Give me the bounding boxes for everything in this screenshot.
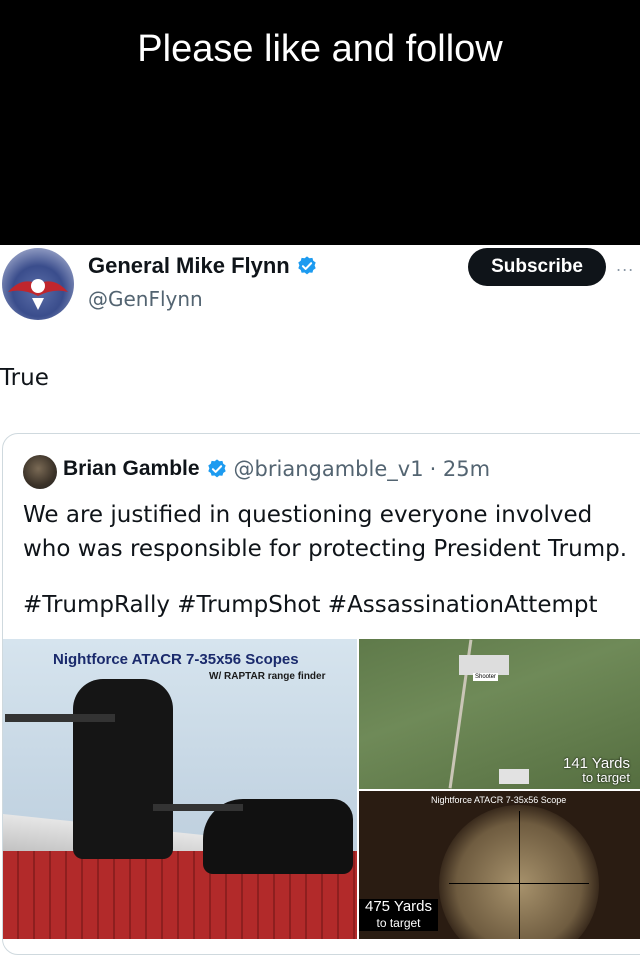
media-collage[interactable]: Nightforce ATACR 7-35x56 Scopes W/ RAPTA… (3, 639, 640, 939)
scope-distance-sub: to target (376, 916, 421, 930)
quoted-author-handle[interactable]: @briangamble_v1 (234, 457, 424, 481)
post-text: True (0, 365, 49, 391)
author-name[interactable]: General Mike Flynn (88, 253, 290, 279)
author-avatar[interactable] (2, 248, 74, 320)
rangefinder-caption: W/ RAPTAR range finder (209, 671, 326, 682)
quoted-header: Brian Gamble @briangamble_v1 · 25m (63, 457, 490, 481)
aerial-map-photo[interactable]: Shooter 141 Yards to target (359, 639, 640, 789)
scope-caption: Nightforce ATACR 7-35x56 Scopes (53, 651, 299, 668)
quoted-author-avatar[interactable] (23, 455, 57, 489)
sniper-team-photo[interactable]: Nightforce ATACR 7-35x56 Scopes W/ RAPTA… (3, 639, 357, 939)
more-options-icon[interactable]: ... (616, 256, 634, 275)
top-banner: Please like and follow (0, 0, 640, 245)
crosshair-shape (519, 811, 520, 939)
scope-distance-value: 475 Yards (365, 898, 432, 915)
rifle-shape (5, 714, 115, 722)
author-handle[interactable]: @GenFlynn (88, 287, 203, 311)
quoted-post[interactable]: Brian Gamble @briangamble_v1 · 25m We ar… (2, 433, 640, 955)
banner-text: Please like and follow (137, 28, 503, 70)
rifle-shape (153, 804, 243, 811)
quoted-hashtags[interactable]: #TrumpRally #TrumpShot #AssassinationAtt… (23, 592, 598, 618)
shooter-label: Shooter (473, 673, 499, 681)
aerial-distance: 141 Yards to target (563, 755, 630, 785)
quoted-body: We are justified in questioning everyone… (23, 502, 628, 562)
aerial-distance-sub: to target (582, 770, 630, 785)
quoted-author-name[interactable]: Brian Gamble (63, 457, 200, 481)
scope-distance: 475 Yards to target (359, 899, 438, 931)
building-shape (459, 655, 509, 675)
agent-figure (73, 679, 173, 859)
building-shape (499, 769, 529, 784)
scope-view-photo[interactable]: Nightforce ATACR 7-35x56 Scope 475 Yards… (359, 791, 640, 939)
author-name-row[interactable]: General Mike Flynn (88, 253, 318, 279)
verified-badge-icon (207, 459, 226, 478)
aerial-distance-value: 141 Yards (563, 755, 630, 772)
verified-badge-icon (298, 256, 316, 275)
scope-label: Nightforce ATACR 7-35x56 Scope (431, 795, 567, 805)
subscribe-button[interactable]: Subscribe (468, 248, 606, 286)
quoted-timestamp[interactable]: · 25m (430, 457, 491, 481)
